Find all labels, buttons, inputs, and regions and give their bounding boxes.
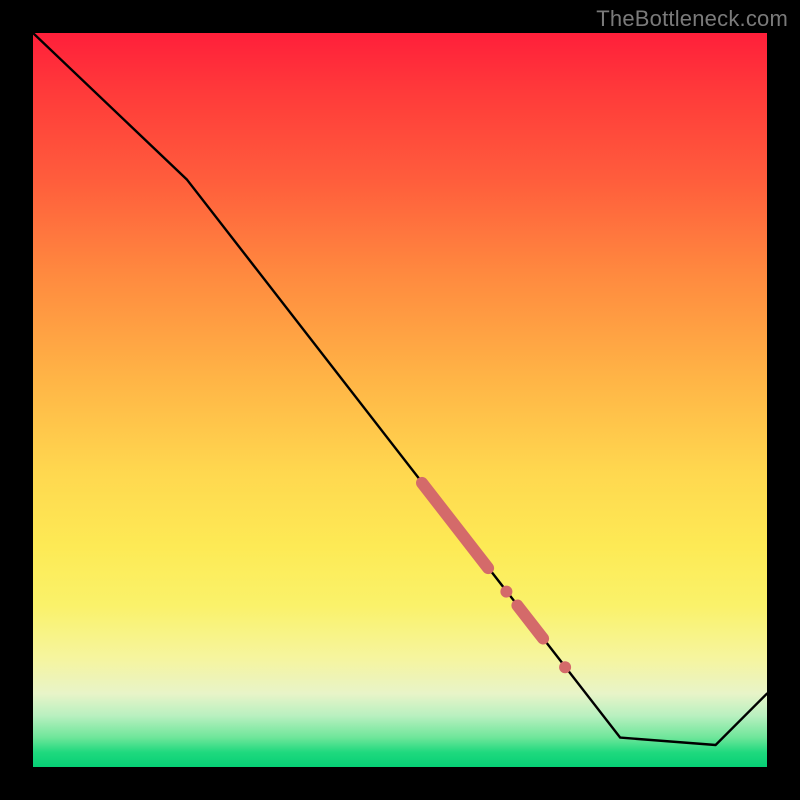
- chart-svg: [33, 33, 767, 767]
- dot-1: [500, 586, 512, 598]
- bottleneck-curve-line: [33, 33, 767, 745]
- chart-wrapper: TheBottleneck.com [0,21,80,93,100] [100,…: [0, 0, 800, 800]
- watermark-text: TheBottleneck.com: [596, 6, 788, 32]
- segment-thick-2: [517, 606, 543, 639]
- dot-2: [559, 661, 571, 673]
- segment-thick-1: [422, 483, 488, 568]
